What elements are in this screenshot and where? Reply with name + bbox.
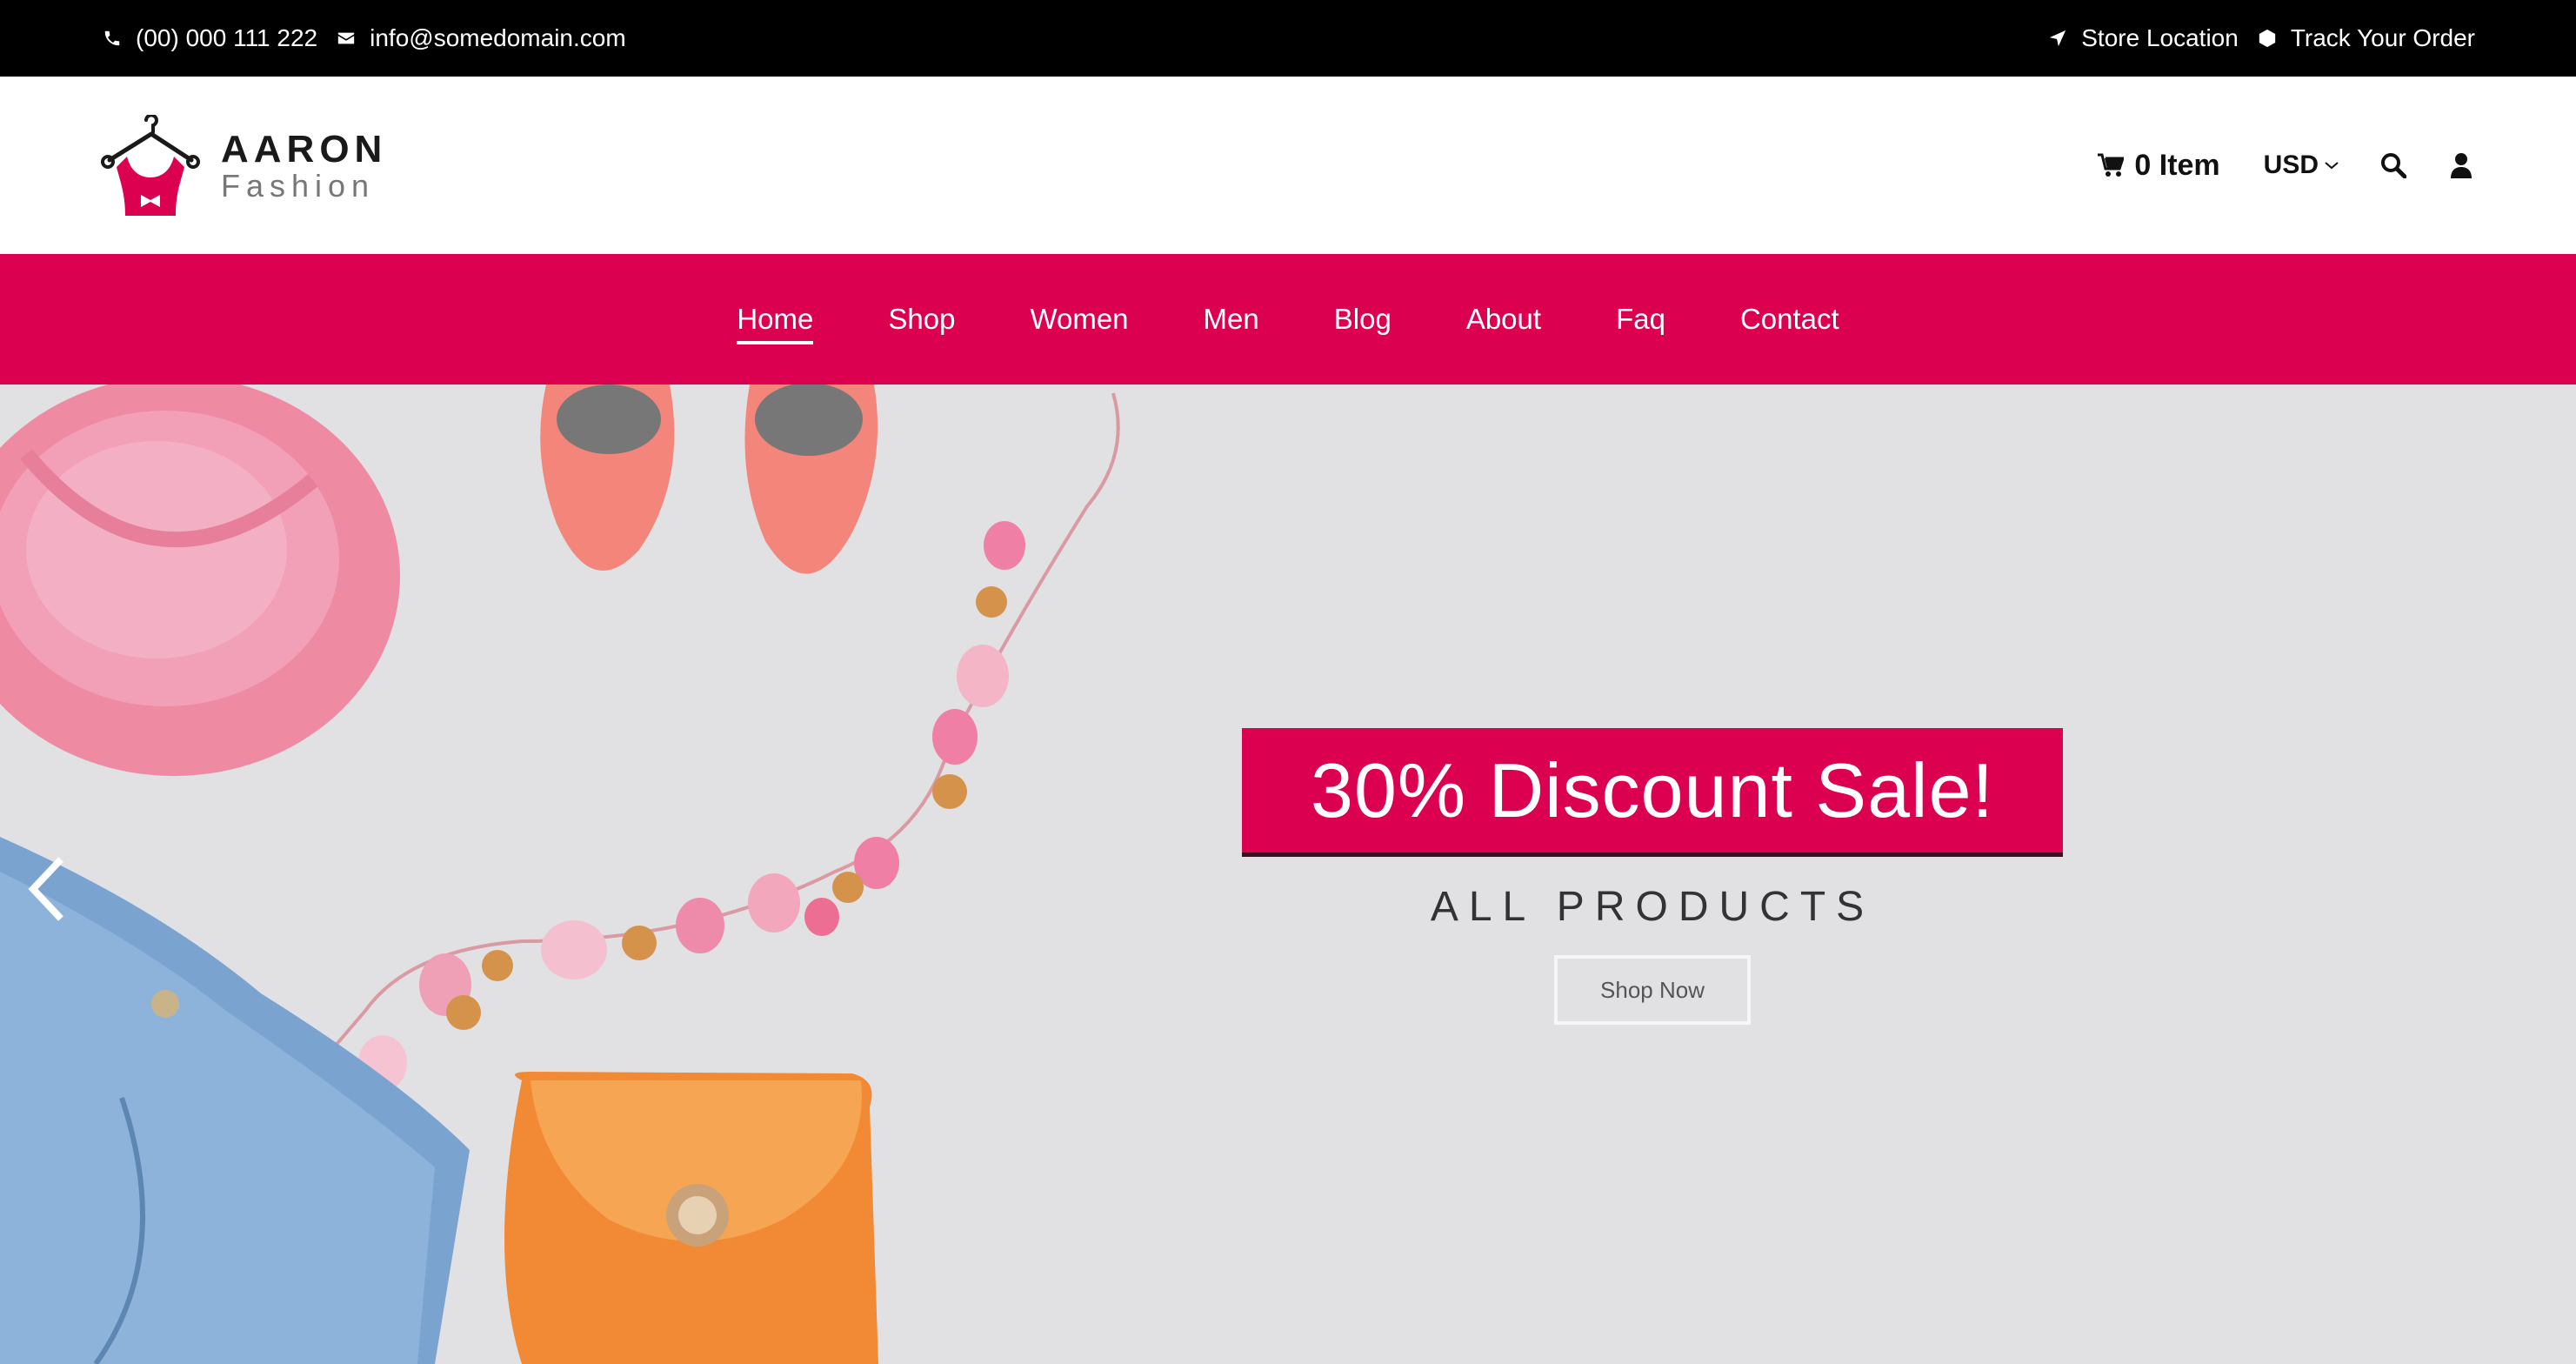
user-icon [2451, 153, 2472, 178]
cart-button[interactable]: 0 Item [2098, 148, 2220, 183]
topbar-links: Store Location Track Your Order [2048, 0, 2475, 77]
chevron-left-icon[interactable] [26, 854, 68, 924]
phone-link[interactable]: (00) 000 111 222 [103, 24, 317, 52]
track-order-label: Track Your Order [2290, 24, 2475, 51]
phone-icon [104, 30, 120, 46]
currency-value: USD [2263, 150, 2319, 179]
nav-menu: Home Shop Women Men Blog About Faq Contact [0, 254, 2576, 384]
chevron-down-icon [2325, 162, 2339, 170]
hero-promo: 30% Discount Sale! ALL PRODUCTS Shop Now [1242, 728, 2063, 1025]
location-arrow-icon [2050, 30, 2066, 47]
nav-item-about[interactable]: About [1466, 254, 1541, 384]
nav-item-home[interactable]: Home [737, 254, 814, 384]
phone-number: (00) 000 111 222 [136, 24, 318, 51]
shop-now-button[interactable]: Shop Now [1554, 955, 1751, 1025]
main-navigation: Home Shop Women Men Blog About Faq Contact [0, 254, 2576, 384]
nav-item-men[interactable]: Men [1204, 254, 1259, 384]
nav-item-faq[interactable]: Faq [1616, 254, 1665, 384]
promo-headline: 30% Discount Sale! [1242, 728, 2063, 857]
search-icon [2381, 153, 2406, 178]
search-button[interactable] [2379, 151, 2407, 179]
logo[interactable]: AARON Fashion [101, 115, 387, 217]
store-location-label: Store Location [2081, 24, 2239, 51]
logo-subtitle: Fashion [221, 168, 376, 204]
nav-item-shop[interactable]: Shop [888, 254, 955, 384]
contact-info: (00) 000 111 222 info@somedomain.com [103, 0, 626, 77]
store-location-link[interactable]: Store Location [2048, 24, 2239, 52]
hexagon-icon [2259, 29, 2275, 48]
site-header: AARON Fashion 0 Item USD [0, 77, 2576, 254]
hero-slider: 30% Discount Sale! ALL PRODUCTS Shop Now [0, 384, 2576, 1364]
cart-icon [2098, 153, 2125, 177]
cart-count-label: 0 Item [2134, 148, 2220, 182]
nav-item-blog[interactable]: Blog [1334, 254, 1391, 384]
account-button[interactable] [2447, 151, 2475, 179]
nav-item-women[interactable]: Women [1030, 254, 1128, 384]
top-bar: (00) 000 111 222 info@somedomain.com Sto… [0, 0, 2576, 77]
hero-product-image [0, 384, 1120, 1364]
nav-item-contact[interactable]: Contact [1740, 254, 1839, 384]
envelope-icon [337, 32, 355, 44]
email-address: info@somedomain.com [370, 24, 626, 51]
header-actions: 0 Item USD [2098, 77, 2475, 254]
hanger-dress-logo-icon [101, 115, 200, 216]
email-link[interactable]: info@somedomain.com [337, 24, 626, 52]
track-order-link[interactable]: Track Your Order [2258, 24, 2475, 52]
logo-name: AARON [221, 128, 388, 170]
promo-subtitle: ALL PRODUCTS [1430, 884, 1875, 930]
currency-selector[interactable]: USD [2264, 150, 2339, 180]
